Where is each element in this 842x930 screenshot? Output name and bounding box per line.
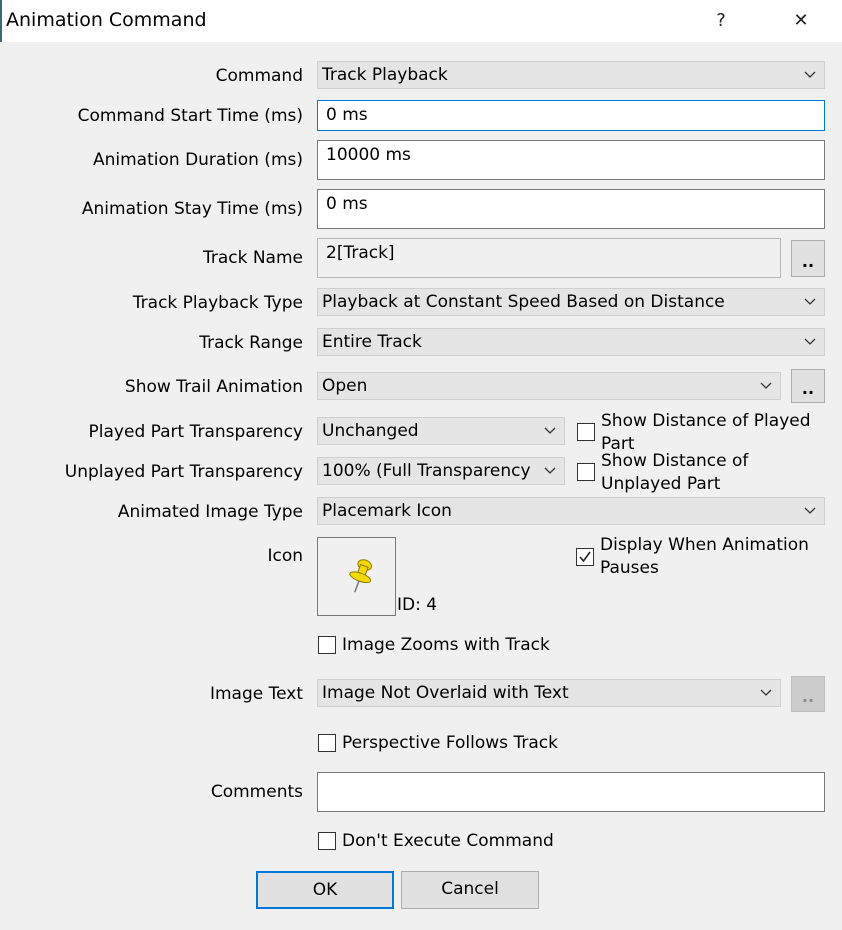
checkmark-icon [579, 551, 591, 563]
image-text-label: Image Text [209, 684, 303, 704]
played-transparency-select[interactable]: Unchanged [317, 417, 565, 445]
image-text-value: Image Not Overlaid with Text [322, 683, 569, 703]
trail-animation-browse-button[interactable]: .. [791, 369, 825, 403]
unplayed-transparency-select[interactable]: 100% (Full Transparency [317, 457, 565, 485]
playback-type-label: Track Playback Type [132, 293, 303, 313]
track-range-label: Track Range [199, 333, 303, 353]
trail-animation-value: Open [322, 376, 368, 396]
comments-input[interactable] [317, 772, 825, 812]
command-label: Command [215, 66, 303, 86]
perspective-follows-checkbox[interactable] [318, 734, 336, 752]
image-text-select[interactable]: Image Not Overlaid with Text [317, 679, 781, 707]
close-button[interactable]: ✕ [786, 8, 816, 34]
perspective-follows-label[interactable]: Perspective Follows Track [342, 733, 558, 753]
image-zooms-label[interactable]: Image Zooms with Track [342, 635, 550, 655]
icon-picker[interactable] [317, 537, 396, 616]
show-distance-played-label[interactable]: Show Distance of Played Part [601, 410, 833, 454]
played-transparency-value: Unchanged [322, 421, 419, 441]
image-type-select[interactable]: Placemark Icon [317, 497, 825, 525]
chevron-down-icon [804, 298, 816, 305]
track-range-select[interactable]: Entire Track [317, 328, 825, 356]
cancel-button[interactable]: Cancel [401, 871, 539, 909]
unplayed-transparency-value: 100% (Full Transparency [322, 461, 531, 481]
comments-label: Comments [210, 782, 303, 802]
chevron-down-icon [804, 338, 816, 345]
dont-execute-checkbox[interactable] [318, 832, 336, 850]
track-range-value: Entire Track [322, 332, 422, 352]
show-distance-unplayed-checkbox[interactable] [577, 463, 595, 481]
unplayed-transparency-label: Unplayed Part Transparency [64, 462, 303, 482]
chevron-down-icon [804, 71, 816, 78]
start-time-input[interactable]: 0 ms [317, 100, 825, 131]
display-when-pauses-label[interactable]: Display When Animation Pauses [600, 534, 832, 582]
duration-input[interactable]: 10000 ms [317, 140, 825, 180]
chevron-down-icon [760, 382, 772, 389]
start-time-label: Command Start Time (ms) [77, 106, 303, 126]
chevron-down-icon [760, 689, 772, 696]
track-name-label: Track Name [202, 248, 303, 268]
yellow-pushpin-icon [349, 559, 372, 593]
window-edge [0, 0, 2, 42]
help-button[interactable]: ? [706, 8, 736, 34]
played-transparency-label: Played Part Transparency [88, 422, 303, 442]
stay-time-input[interactable]: 0 ms [317, 189, 825, 229]
playback-type-value: Playback at Constant Speed Based on Dist… [322, 292, 725, 312]
track-name-browse-button[interactable]: .. [791, 240, 825, 277]
track-name-field[interactable]: 2[Track] [317, 238, 781, 278]
display-when-pauses-checkbox[interactable] [576, 548, 594, 566]
chevron-down-icon [804, 507, 816, 514]
title-bar: Animation Command ? ✕ [0, 0, 842, 42]
duration-label: Animation Duration (ms) [93, 150, 303, 170]
trail-animation-select[interactable]: Open [317, 372, 781, 400]
icon-id: ID: 4 [397, 595, 438, 615]
trail-animation-label: Show Trail Animation [124, 377, 303, 397]
show-distance-unplayed-label[interactable]: Show Distance of Unplayed Part [601, 450, 833, 494]
command-value: Track Playback [322, 65, 448, 85]
image-type-label: Animated Image Type [117, 502, 303, 522]
command-select[interactable]: Track Playback [317, 61, 825, 89]
playback-type-select[interactable]: Playback at Constant Speed Based on Dist… [317, 288, 825, 316]
image-text-browse-button[interactable]: .. [791, 676, 825, 712]
chevron-down-icon [544, 467, 556, 474]
image-zooms-checkbox[interactable] [318, 636, 336, 654]
image-type-value: Placemark Icon [322, 501, 452, 521]
dont-execute-label[interactable]: Don't Execute Command [342, 831, 554, 851]
chevron-down-icon [544, 427, 556, 434]
stay-time-label: Animation Stay Time (ms) [81, 199, 303, 219]
show-distance-played-checkbox[interactable] [577, 423, 595, 441]
ok-button[interactable]: OK [256, 871, 394, 909]
window-title: Animation Command [6, 9, 207, 31]
icon-label: Icon [267, 546, 303, 566]
